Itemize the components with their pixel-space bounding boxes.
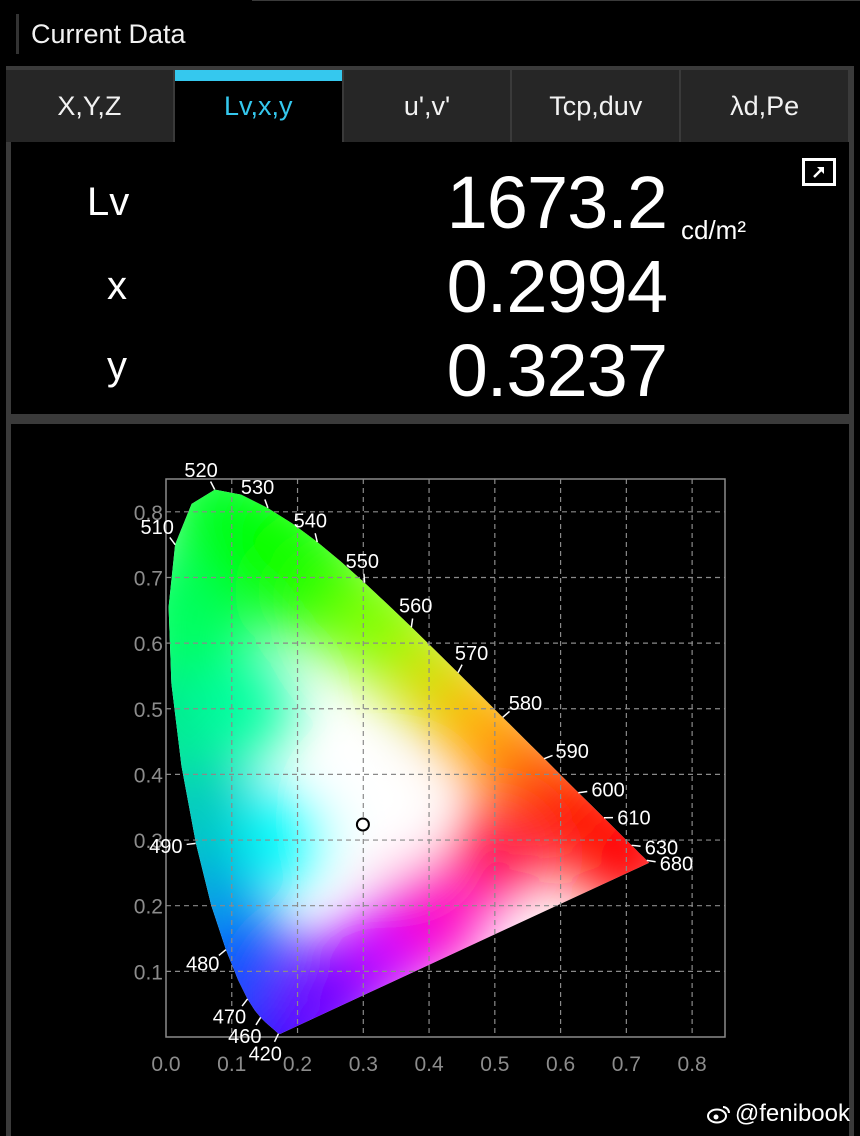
x-tick-label: 0.8 (678, 1053, 707, 1076)
wavelength-label: 570 (455, 643, 488, 665)
wavelength-tick (218, 949, 227, 956)
y-tick-label: 0.7 (134, 567, 163, 590)
measurement-values: Lv 1673.2 cd/m² x 0.2994 y 0.3237 (11, 142, 849, 414)
lv-row: Lv 1673.2 cd/m² (11, 160, 849, 245)
tab-label: λd,Pe (730, 90, 800, 121)
wavelength-tick (578, 790, 588, 794)
wavelength-tick (631, 844, 641, 847)
y-value: 0.3237 (446, 329, 668, 412)
y-tick-label: 0.1 (134, 961, 163, 984)
wavelength-label: 520 (184, 460, 217, 482)
wavelength-label: 600 (591, 780, 624, 802)
x-tick-label: 0.0 (151, 1053, 180, 1076)
tab-tcp-duv[interactable]: Tcp,duv (512, 70, 680, 142)
x-row: x 0.2994 (11, 244, 849, 328)
window-title: Current Data (16, 14, 186, 54)
tab-xyz[interactable]: X,Y,Z (6, 70, 173, 142)
wavelength-tick (646, 859, 656, 863)
wavelength-label: 480 (186, 954, 219, 976)
tab-lambda-pe[interactable]: λd,Pe (681, 70, 848, 142)
y-tick-label: 0.6 (134, 633, 163, 656)
wavelength-tick (457, 664, 463, 673)
cie-chart-area: 0.0 0.1 0.2 0.3 0.4 0.5 0.6 0.7 0.8 0.1 0.2 0.3 0.4 0… (11, 424, 849, 1136)
x-tick-label: 0.3 (349, 1053, 378, 1076)
wavelength-tick (264, 499, 269, 509)
wavelength-label: 610 (617, 807, 650, 829)
gamut-color-blob (268, 942, 379, 1034)
wavelength-label: 470 (213, 1006, 246, 1028)
wavelength-label: 590 (555, 741, 588, 763)
y-label: y (107, 344, 127, 388)
cie-chromaticity-chart: 0.0 0.1 0.2 0.3 0.4 0.5 0.6 0.7 0.80.10.20.30.40… (134, 460, 726, 1076)
y-row: y 0.3237 (11, 328, 849, 412)
x-tick-label: 0.2 (283, 1053, 312, 1076)
x-value: 0.2994 (446, 245, 668, 328)
wavelength-label: 540 (294, 511, 327, 533)
gamut-fill (168, 489, 650, 1034)
wavelength-label: 530 (241, 477, 274, 499)
lv-value: 1673.2 (446, 161, 668, 244)
x-label: x (107, 264, 127, 308)
wavelength-label: 580 (509, 693, 542, 715)
wavelength-tick (410, 618, 414, 628)
y-tick-label: 0.2 (134, 896, 163, 919)
x-tick-label: 0.6 (546, 1053, 575, 1076)
wavelength-tick (209, 481, 216, 490)
tab-label: X,Y,Z (57, 90, 122, 121)
white-region (338, 775, 429, 866)
wavelength-label: 550 (346, 551, 379, 573)
gamut-color-blob (194, 658, 295, 759)
top-divider (252, 0, 860, 1)
x-tick-label: 0.5 (480, 1053, 509, 1076)
wavelength-label: 460 (228, 1026, 261, 1048)
wavelength-tick (363, 573, 366, 583)
wavelength-tick (186, 842, 196, 846)
x-tick-label: 0.7 (612, 1053, 641, 1076)
tab-label: u',v' (403, 90, 451, 121)
wavelength-label: 490 (149, 836, 182, 858)
tab-lv-xy[interactable]: Lv,x,y (174, 70, 342, 142)
wavelength-tick (543, 754, 553, 760)
tab-bar: X,Y,Z Lv,x,y u',v' Tcp,duv λd,Pe (6, 70, 848, 142)
x-tick-label: 0.4 (414, 1053, 444, 1076)
tab-label: Tcp,duv (549, 90, 643, 121)
measured-point (355, 817, 370, 832)
x-tick-label: 0.1 (217, 1053, 246, 1076)
wavelength-tick (273, 1033, 280, 1043)
tab-uv[interactable]: u',v' (343, 70, 511, 142)
wavelength-tick (255, 1016, 262, 1026)
wavelength-label: 510 (140, 517, 173, 539)
watermark-text: @fenibook (734, 1100, 850, 1127)
y-tick-label: 0.4 (134, 764, 164, 787)
y-tick-label: 0.5 (134, 699, 163, 722)
watermark: @fenibook (706, 1100, 850, 1128)
wavelength-label: 560 (399, 596, 432, 618)
wavelength-tick (241, 998, 249, 1007)
wavelength-label: 680 (660, 854, 693, 876)
lv-label: Lv (87, 180, 130, 224)
lv-unit: cd/m² (681, 215, 746, 245)
tab-label: Lv,x,y (223, 90, 293, 121)
weibo-icon (706, 1106, 730, 1124)
